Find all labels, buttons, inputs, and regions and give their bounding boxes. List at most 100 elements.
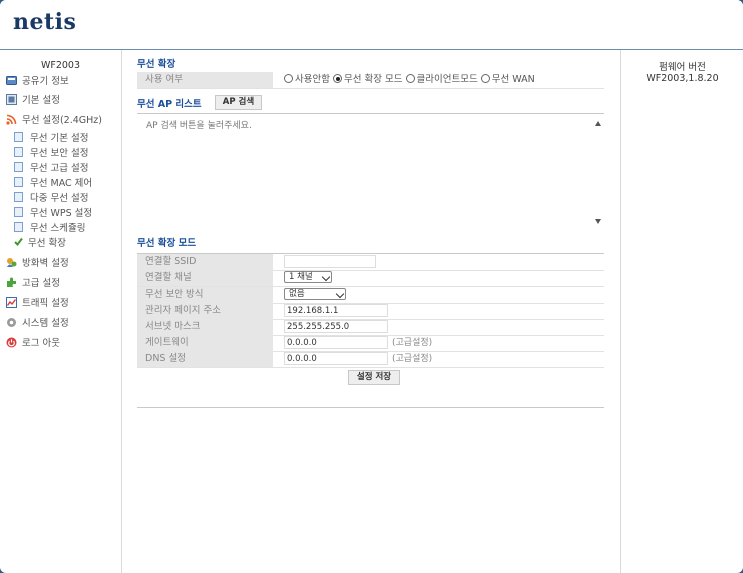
scroll-down-arrow[interactable] xyxy=(595,219,601,224)
sidebar-subitem-label: 무선 스케쥴링 xyxy=(30,222,86,234)
sidebar-item-basic-settings[interactable]: 기본 설정 xyxy=(6,89,102,109)
dns-input[interactable]: 0.0.0.0 xyxy=(284,352,388,365)
power-icon xyxy=(6,337,17,348)
sidebar-subitem-multi-ssid[interactable]: 다중 무선 설정 xyxy=(6,189,102,204)
admin-address-label: 관리자 페이지 주소 xyxy=(137,303,273,319)
radio-label: 클라이언트모드 xyxy=(416,74,478,85)
sidebar-item-advanced[interactable]: 고급 설정 xyxy=(6,272,102,292)
security-select-value: 없음 xyxy=(289,289,305,299)
ap-list-placeholder: AP 검색 버튼을 눌러주세요. xyxy=(146,121,252,131)
sidebar-subitem-label: 무선 MAC 제어 xyxy=(30,177,93,189)
sidebar-subitem-label: 무선 보안 설정 xyxy=(30,147,89,159)
radio-client-mode[interactable]: 클라이언트모드 xyxy=(405,74,478,85)
sidebar-item-logout[interactable]: 로그 아웃 xyxy=(6,332,102,352)
radio-label: 사용안함 xyxy=(295,74,330,85)
sidebar-subitem-label: 무선 기본 설정 xyxy=(30,132,89,144)
extend-mode-title: 무선 확장 모드 xyxy=(137,238,197,249)
sidebar-subitem-schedule[interactable]: 무선 스케쥴링 xyxy=(6,219,102,234)
sidebar-subitem-wireless-extend[interactable]: 무선 확장 xyxy=(6,234,102,249)
gateway-label: 게이트웨이 xyxy=(137,335,273,351)
sidebar-item-traffic[interactable]: 트래픽 설정 xyxy=(6,292,102,312)
channel-row: 연결할 채널 1 채널 xyxy=(137,270,604,287)
app-frame: netis WF2003 공유기 정보 기본 설정 무선 설정(2.4GHz) … xyxy=(0,0,743,573)
scroll-up-arrow[interactable] xyxy=(595,121,601,126)
save-settings-button[interactable]: 설정 저장 xyxy=(348,370,400,385)
usage-row: 사용 여부 사용안함 무선 확장 모드 클라이언트모드 무선 WAN xyxy=(137,72,604,89)
sidebar-item-label: 시스템 설정 xyxy=(22,318,69,329)
traffic-chart-icon xyxy=(6,296,17,308)
usage-label: 사용 여부 xyxy=(137,72,273,88)
extend-section-title: 무선 확장 xyxy=(137,59,176,70)
sidebar-item-label: 고급 설정 xyxy=(22,278,60,289)
dns-row: DNS 설정 0.0.0.0 (고급설정) xyxy=(137,351,604,368)
radio-circle xyxy=(284,74,293,83)
sidebar-item-label: 기본 설정 xyxy=(22,95,60,106)
divider xyxy=(137,407,604,408)
chevron-down-icon xyxy=(321,272,331,282)
firewall-icon xyxy=(6,257,17,268)
dns-label: DNS 설정 xyxy=(137,351,273,367)
sidebar-item-router-info[interactable]: 공유기 정보 xyxy=(6,71,102,89)
sidebar: WF2003 공유기 정보 기본 설정 무선 설정(2.4GHz) 무선 기본 … xyxy=(0,50,122,573)
ap-list-title: 무선 AP 리스트 xyxy=(137,99,202,110)
sidebar-subitem-wireless-basic[interactable]: 무선 기본 설정 xyxy=(6,129,102,144)
check-pencil-icon xyxy=(14,237,23,247)
radio-circle xyxy=(333,74,342,83)
gear-icon xyxy=(6,317,17,328)
sidebar-subitem-wireless-advanced[interactable]: 무선 고급 설정 xyxy=(6,159,102,174)
security-select[interactable]: 없음 xyxy=(284,288,346,300)
sidebar-subitem-label: 무선 고급 설정 xyxy=(30,162,89,174)
security-row: 무선 보안 방식 없음 xyxy=(137,287,604,304)
subnet-input[interactable]: 255.255.255.0 xyxy=(284,320,388,333)
wifi-rss-icon xyxy=(6,114,17,125)
sidebar-subitem-wireless-mac[interactable]: 무선 MAC 제어 xyxy=(6,174,102,189)
ssid-row: 연결할 SSID xyxy=(137,253,604,271)
sidebar-subitem-label: 다중 무선 설정 xyxy=(30,192,89,204)
gateway-advanced-hint: (고급설정) xyxy=(392,338,433,348)
page-icon xyxy=(14,176,23,187)
subnet-row: 서브넷 마스크 255.255.255.0 xyxy=(137,319,604,336)
radio-disable[interactable]: 사용안함 xyxy=(284,74,330,85)
sidebar-item-label: 방화벽 설정 xyxy=(22,258,69,269)
radio-label: 무선 WAN xyxy=(491,74,535,85)
sidebar-item-label: 무선 설정(2.4GHz) xyxy=(22,115,102,126)
puzzle-icon xyxy=(6,277,17,288)
chevron-down-icon xyxy=(335,289,345,299)
firmware-version: WF2003,1.8.20 xyxy=(646,73,719,84)
admin-address-row: 관리자 페이지 주소 192.168.1.1 xyxy=(137,303,604,320)
sidebar-menu: 공유기 정보 기본 설정 무선 설정(2.4GHz) 무선 기본 설정 무선 보… xyxy=(6,71,102,352)
page-icon xyxy=(14,206,23,217)
dns-advanced-hint: (고급설정) xyxy=(392,354,433,364)
sidebar-subitem-wps[interactable]: 무선 WPS 설정 xyxy=(6,204,102,219)
model-name: WF2003 xyxy=(40,60,81,71)
channel-select[interactable]: 1 채널 xyxy=(284,271,332,283)
sidebar-subitem-label: 무선 확장 xyxy=(28,237,66,249)
ap-search-button[interactable]: AP 검색 xyxy=(215,95,262,110)
sidebar-item-firewall[interactable]: 방화벽 설정 xyxy=(6,252,102,272)
radio-label: 무선 확장 모드 xyxy=(344,74,403,85)
header: netis xyxy=(0,0,743,50)
page-icon xyxy=(14,161,23,172)
radio-extend-mode[interactable]: 무선 확장 모드 xyxy=(333,74,402,85)
admin-address-input[interactable]: 192.168.1.1 xyxy=(284,304,388,317)
basic-settings-icon xyxy=(6,93,17,105)
sidebar-subitem-wireless-security[interactable]: 무선 보안 설정 xyxy=(6,144,102,159)
firmware-title: 펌웨어 버전 xyxy=(659,62,706,73)
security-label: 무선 보안 방식 xyxy=(137,287,273,303)
router-info-icon xyxy=(6,75,17,86)
radio-circle xyxy=(480,74,490,83)
sidebar-item-wireless-24[interactable]: 무선 설정(2.4GHz) xyxy=(6,109,102,129)
ssid-label: 연결할 SSID xyxy=(137,254,273,270)
sidebar-item-label: 로그 아웃 xyxy=(22,338,60,349)
ssid-input[interactable] xyxy=(284,255,376,268)
sidebar-item-system[interactable]: 시스템 설정 xyxy=(6,312,102,332)
channel-label: 연결할 채널 xyxy=(137,270,273,286)
ap-list-box[interactable]: AP 검색 버튼을 눌러주세요. xyxy=(137,113,604,226)
radio-wireless-wan[interactable]: 무선 WAN xyxy=(480,74,535,85)
page-icon xyxy=(14,131,23,142)
channel-select-value: 1 채널 xyxy=(289,272,313,282)
gateway-input[interactable]: 0.0.0.0 xyxy=(284,336,388,349)
page-icon xyxy=(14,221,23,232)
sidebar-subitem-label: 무선 WPS 설정 xyxy=(30,207,93,219)
sidebar-item-label: 공유기 정보 xyxy=(22,76,69,87)
